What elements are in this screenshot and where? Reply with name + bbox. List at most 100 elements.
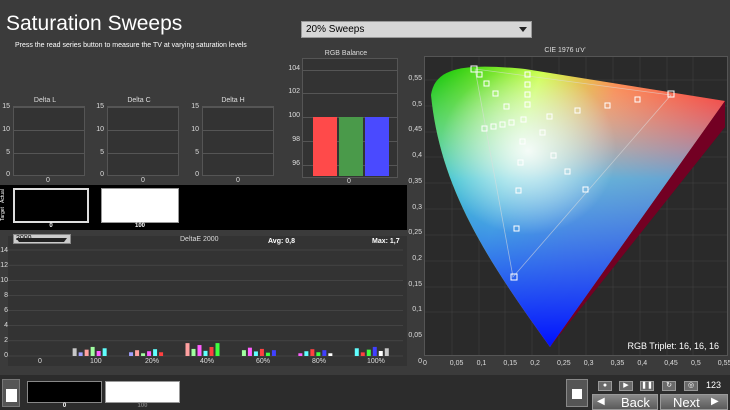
- cie-ytick: 0,4: [412, 152, 422, 160]
- deltae-bar: [328, 353, 333, 356]
- delta-h-title: Delta H: [221, 97, 245, 104]
- deltae-bar: [384, 348, 389, 356]
- counter: 123: [706, 380, 722, 390]
- deltae-bar: [372, 346, 377, 356]
- delta-h-tick: 0: [195, 171, 199, 178]
- deltae-ytick: 4: [4, 322, 8, 329]
- bottom-left-panel[interactable]: [2, 379, 20, 407]
- deltae-ytick: 12: [0, 262, 8, 269]
- bottom-swatch-white[interactable]: [105, 381, 180, 403]
- chevron-down-icon: [519, 27, 527, 32]
- back-label: Back: [621, 395, 650, 410]
- deltae-xtick: 40%: [200, 358, 215, 365]
- rgb-bar-red: [313, 116, 337, 176]
- deltae-bar: [304, 351, 309, 356]
- deltae-ytick: 14: [0, 247, 8, 254]
- cie-xtick: 0,5: [691, 360, 701, 367]
- cie-ytick: 0,45: [408, 126, 422, 134]
- deltae-bar: [209, 346, 214, 356]
- delta-l-title: Delta L: [33, 97, 57, 104]
- next-button[interactable]: Next ▶: [660, 394, 728, 410]
- deltae-title: DeltaE 2000: [180, 236, 219, 243]
- cie-ytick: 0,25: [408, 229, 422, 237]
- swatch-label: 0: [49, 223, 53, 229]
- deltae-xtick: 80%: [312, 358, 327, 365]
- delta-h-tick: 15: [191, 103, 199, 110]
- pause-icon[interactable]: ❚❚: [640, 381, 654, 391]
- cie-ytick: 0,5: [412, 100, 422, 108]
- bottom-swatch-black[interactable]: [27, 381, 102, 403]
- next-arrow-icon: ▶: [711, 396, 719, 407]
- deltae-ytick: 2: [4, 337, 8, 344]
- rgb-tick: 102: [288, 88, 300, 95]
- bottom-swatch-label: 0: [62, 403, 67, 409]
- delta-h-chart: [202, 106, 274, 176]
- rgb-bar-blue: [365, 116, 389, 176]
- cie-xtick: 0,05: [449, 360, 464, 367]
- delta-c-tick: 15: [96, 103, 104, 110]
- deltae-ytick: 8: [4, 292, 8, 299]
- delta-c-xlabel: 0: [141, 177, 145, 184]
- play-icon[interactable]: ▶: [619, 381, 633, 391]
- deltae-bar: [322, 350, 327, 356]
- target-label: Target: [0, 207, 6, 221]
- delta-l-tick: 15: [2, 103, 10, 110]
- cie-ytick: 0,05: [408, 332, 422, 339]
- deltae-bar: [135, 350, 140, 356]
- deltae-bar: [78, 352, 83, 356]
- delta-c-chart: [107, 106, 179, 176]
- cie-title: CIE 1976 u'v': [544, 47, 586, 54]
- deltae-bar: [215, 343, 220, 356]
- deltae-xtick: 60%: [256, 358, 271, 365]
- rgb-tick: 98: [292, 136, 300, 143]
- record-button[interactable]: ●: [598, 381, 612, 391]
- cie-ytick: 0,35: [408, 177, 422, 185]
- deltae-bar: [253, 351, 258, 356]
- rgb-triplet: RGB Triplet: 16, 16, 16: [627, 341, 719, 351]
- loop-icon[interactable]: ↻: [662, 381, 676, 391]
- deltae-bar: [316, 352, 321, 356]
- cie-xtick: 0,45: [664, 360, 678, 367]
- deltae-bar: [185, 343, 190, 356]
- deltae-bar: [90, 346, 95, 356]
- deltae-formula-dropdown[interactable]: 2000: [13, 234, 71, 244]
- rgb-tick: 96: [292, 160, 300, 167]
- deltae-bar: [203, 350, 208, 356]
- cie-xtick: 0,35: [610, 360, 625, 367]
- deltae-xtick: 100: [90, 358, 102, 365]
- cie-xtick: 0,25: [557, 360, 571, 367]
- actual-label: Actual: [0, 189, 6, 203]
- delta-l-tick: 10: [2, 126, 10, 133]
- chevron-down-icon: [16, 238, 67, 242]
- delta-c-tick: 0: [100, 171, 104, 178]
- settings-icon[interactable]: ◎: [684, 381, 698, 391]
- cie-chart: RGB Triplet: 16, 16, 16: [424, 56, 728, 356]
- rgb-tick: 100: [288, 112, 300, 119]
- deltae-avg: Avg: 0,8: [268, 238, 295, 245]
- deltae-bar: [191, 348, 196, 356]
- deltae-bar: [159, 352, 164, 356]
- cie-xtick: 0,15: [503, 360, 518, 367]
- swatch-black[interactable]: [13, 188, 89, 223]
- cie-ytick: 0,15: [408, 280, 422, 288]
- deltae-ytick: 0: [4, 352, 8, 359]
- deltae-bar: [102, 348, 107, 356]
- deltae-bar: [153, 349, 158, 356]
- sweep-type-dropdown[interactable]: 20% Sweeps: [301, 21, 532, 38]
- page-subtitle: Press the read series button to measure …: [15, 42, 247, 49]
- rgb-balance-title: RGB Balance: [324, 50, 368, 57]
- deltae-bar: [241, 350, 246, 356]
- rgb-tick: 104: [288, 65, 300, 72]
- deltae-bar: [197, 345, 202, 356]
- delta-l-chart: [13, 106, 85, 176]
- cie-xtick: 0,1: [476, 360, 487, 367]
- back-button[interactable]: ◀ Back: [592, 394, 658, 410]
- cie-gamut-plot: [425, 57, 727, 355]
- deltae-xtick: 100%: [367, 358, 385, 365]
- stop-button[interactable]: [566, 379, 588, 407]
- deltae-bar: [271, 350, 276, 356]
- deltae-bar: [96, 351, 101, 356]
- swatch-white[interactable]: [101, 188, 179, 223]
- delta-c-title: Delta C: [127, 97, 151, 104]
- cie-xtick: 0,4: [637, 360, 648, 367]
